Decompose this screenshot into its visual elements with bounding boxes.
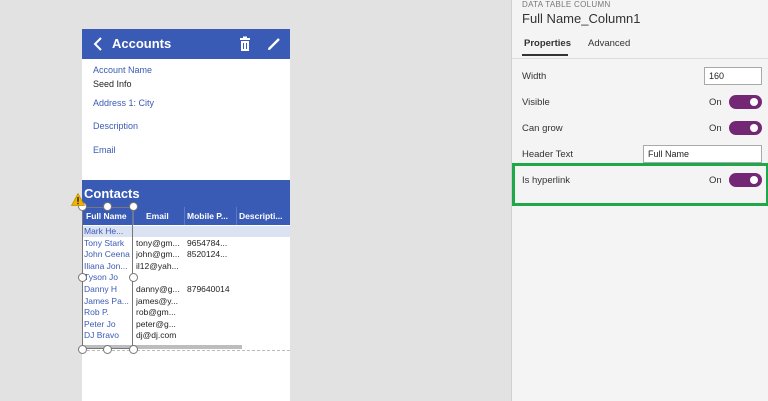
panel-divider [512, 58, 768, 59]
contacts-title: Contacts [84, 186, 140, 201]
properties-panel: DATA TABLE COLUMN Full Name_Column1 Prop… [511, 0, 768, 401]
header-title: Accounts [112, 36, 172, 51]
resize-handle[interactable] [78, 345, 87, 354]
table-cell-mobile: 8520124... [187, 249, 228, 260]
table-cell-email: james@y... [136, 295, 179, 306]
hyperlink-toggle[interactable] [729, 173, 762, 187]
table-cell-full-name[interactable]: Tyson Jo [84, 272, 132, 282]
column-divider [184, 207, 185, 225]
column-header-mobile[interactable]: Mobile P... [187, 211, 237, 221]
header-text-input[interactable] [643, 145, 762, 163]
visible-label: Visible [522, 97, 550, 108]
panel-caption: DATA TABLE COLUMN [522, 0, 611, 9]
toggle-knob [750, 124, 758, 132]
table-cell-full-name[interactable]: DJ Bravo [84, 330, 132, 340]
header-text-label: Header Text [522, 149, 574, 160]
account-name-value: Seed Info [93, 79, 132, 89]
active-tab-indicator [522, 54, 568, 56]
email-label: Email [93, 145, 116, 155]
table-cell-email: danny@g... [136, 284, 180, 294]
table-cell-full-name[interactable]: Mark He... [84, 226, 132, 236]
tab-advanced[interactable]: Advanced [588, 38, 630, 49]
can-grow-toggle[interactable] [729, 121, 762, 135]
table-cell-email: john@gm... [136, 249, 180, 260]
contacts-header: Contacts [82, 180, 290, 207]
table-cell-email: il12@yah... [136, 260, 179, 271]
data-table-header: Full Name Email Mobile P... Descripti... [82, 207, 290, 225]
resize-handle[interactable] [129, 202, 138, 211]
table-cell-full-name[interactable]: James Pa... [84, 296, 132, 306]
back-arrow-icon[interactable] [91, 36, 105, 52]
warning-icon[interactable] [71, 193, 85, 206]
column-header-description[interactable]: Descripti... [239, 211, 289, 221]
address-city-label: Address 1: City [93, 98, 155, 108]
width-label: Width [522, 71, 547, 82]
table-cell-mobile: 9654784... [187, 237, 228, 248]
resize-handle[interactable] [103, 345, 112, 354]
resize-handle[interactable] [129, 345, 138, 354]
panel-title: Full Name_Column1 [522, 11, 641, 26]
table-cell-full-name[interactable]: Danny H [84, 284, 132, 294]
app-canvas: Accounts Account Name Seed Info Address … [71, 29, 290, 401]
tab-properties[interactable]: Properties [524, 38, 571, 49]
can-grow-label: Can grow [522, 123, 563, 134]
visible-toggle[interactable] [729, 95, 762, 109]
table-cell-full-name[interactable]: John Ceena [84, 249, 132, 259]
resize-handle[interactable] [78, 273, 87, 282]
table-cell-mobile: 879640014 [187, 284, 230, 294]
toggle-knob [750, 176, 758, 184]
table-cell-email: rob@gm... [136, 307, 176, 318]
toggle-knob [750, 98, 758, 106]
column-header-email[interactable]: Email [146, 211, 182, 221]
trash-icon[interactable] [238, 36, 252, 52]
table-cell-full-name[interactable]: Peter Jo [84, 319, 132, 329]
resize-handle[interactable] [129, 273, 138, 282]
visible-state: On [709, 97, 722, 108]
column-divider [236, 207, 237, 225]
table-cell-full-name[interactable]: Tony Stark [84, 238, 132, 248]
width-input[interactable] [704, 67, 762, 85]
description-label: Description [93, 121, 139, 131]
app-header: Accounts [82, 29, 290, 59]
table-cell-email: dj@dj.com [136, 330, 177, 341]
resize-handle[interactable] [103, 202, 112, 211]
hyperlink-state: On [709, 175, 722, 186]
can-grow-state: On [709, 123, 722, 134]
account-name-label: Account Name [93, 65, 153, 75]
table-bottom-edge [82, 350, 290, 351]
table-cell-email: peter@g... [136, 318, 176, 329]
table-cell-email: tony@gm... [136, 237, 180, 248]
hyperlink-label: Is hyperlink [522, 175, 571, 186]
edit-pencil-icon[interactable] [266, 36, 282, 52]
column-header-full-name[interactable]: Full Name [86, 211, 132, 221]
table-cell-full-name[interactable]: Iliana Jon... [84, 261, 132, 271]
table-cell-full-name[interactable]: Rob P. [84, 307, 132, 317]
